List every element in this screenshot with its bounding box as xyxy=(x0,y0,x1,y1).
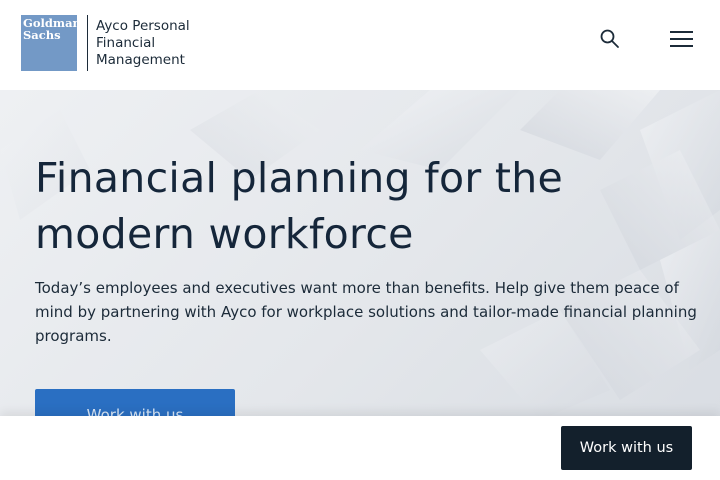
search-icon xyxy=(600,29,619,48)
hamburger-menu-icon-bar-bottom xyxy=(670,45,693,47)
product-name-line2: Financial xyxy=(96,35,156,51)
sticky-work-with-us-button[interactable]: Work with us xyxy=(561,426,692,470)
product-name-line3: Management xyxy=(96,52,185,68)
hamburger-menu-icon-bar-top xyxy=(670,31,693,33)
hamburger-menu-icon-bar-middle xyxy=(670,38,693,40)
gs-logo-line2: Sachs xyxy=(23,28,61,42)
goldman-sachs-logo[interactable]: Goldman Sachs xyxy=(21,15,81,71)
hero-description: Today’s employees and executives want mo… xyxy=(35,276,697,348)
hero-description-line1: Today’s employees and executives want mo… xyxy=(35,279,679,297)
sticky-cta-bar: Work with us xyxy=(0,416,720,480)
hero-description-line3: programs. xyxy=(35,327,112,345)
hero-title-line1: Financial planning for the xyxy=(35,154,564,202)
hero-description-line2: mind by partnering with Ayco for workpla… xyxy=(35,303,697,321)
site-header: Goldman Sachs Ayco Personal Financial Ma… xyxy=(0,0,720,90)
hero-title: Financial planning for the modern workfo… xyxy=(35,150,675,262)
hero-title-line2: modern workforce xyxy=(35,210,414,258)
logo-divider xyxy=(87,15,88,71)
product-name-line1: Ayco Personal xyxy=(96,18,190,34)
hero-section: Financial planning for the modern workfo… xyxy=(0,90,720,420)
product-name[interactable]: Ayco Personal Financial Management xyxy=(96,18,190,69)
search-button[interactable] xyxy=(598,27,622,51)
menu-button[interactable] xyxy=(668,27,696,51)
